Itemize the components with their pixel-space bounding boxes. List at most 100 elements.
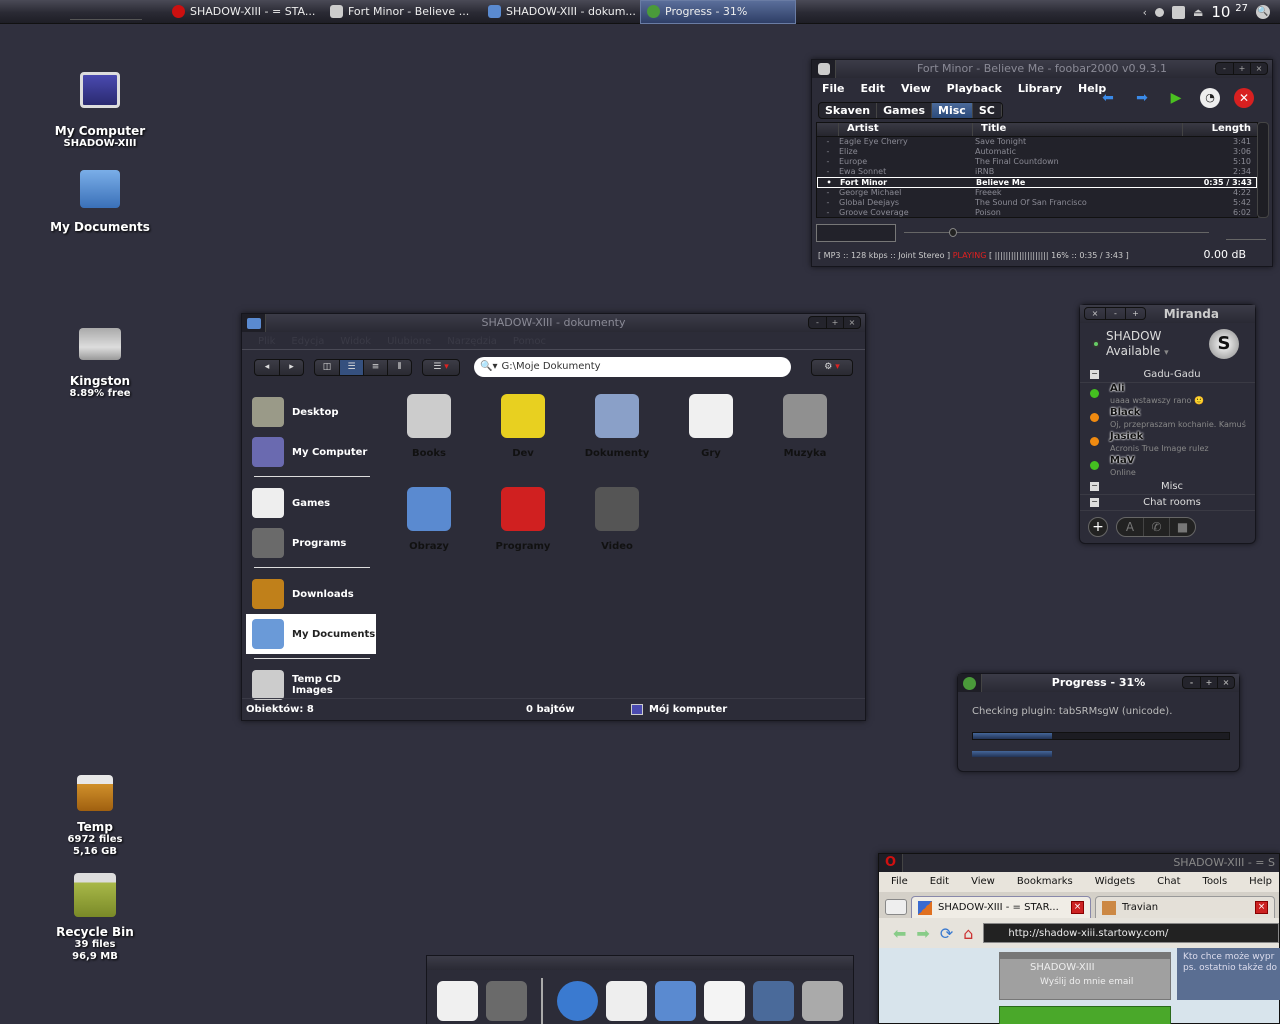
- desktop-icon-temp[interactable]: Temp 6972 files 5,16 GB: [30, 775, 160, 858]
- menu-edit[interactable]: Edit: [861, 82, 885, 95]
- playlist-row[interactable]: - Eagle Eye Cherry Save Tonight 3:41: [817, 137, 1257, 147]
- menu-narzedzia[interactable]: Narzędzia: [447, 336, 497, 347]
- address-bar[interactable]: 🔍▾ G:\Moje Dokumenty: [474, 357, 791, 377]
- menu-playback[interactable]: Playback: [947, 82, 1002, 95]
- menu-plik[interactable]: Plik: [258, 336, 275, 347]
- playlist-row[interactable]: - Ewa Sonnet iRNB 2:34: [817, 167, 1257, 177]
- settings-gear-button[interactable]: ⚙ ▾: [812, 360, 852, 375]
- play-icon[interactable]: ▶: [1166, 88, 1186, 108]
- phone-icon[interactable]: ✆: [1143, 518, 1169, 536]
- menu-pomoc[interactable]: Pomoc: [513, 336, 546, 347]
- close-button[interactable]: ×: [1085, 308, 1105, 319]
- contact-item[interactable]: Black Oj, przepraszam kochanie. Kamuś: [1080, 407, 1255, 431]
- sidebar-item-programs[interactable]: Programs: [246, 523, 376, 563]
- playlist-row[interactable]: - George Michael Freeek 4:22: [817, 188, 1257, 198]
- menu-edycja[interactable]: Edycja: [291, 336, 324, 347]
- folder-icon[interactable]: [242, 314, 266, 332]
- browser-icon[interactable]: [556, 981, 598, 1021]
- tab-shadow-xiii[interactable]: SHADOW-XIII - = STAR... ×: [911, 896, 1091, 918]
- minimize-button[interactable]: -: [1183, 677, 1200, 688]
- reload-icon[interactable]: ⟳: [940, 924, 953, 943]
- menu-file[interactable]: File: [891, 876, 908, 888]
- playlist-scrollbar[interactable]: [1257, 122, 1269, 218]
- contact-item[interactable]: Jasiek Acronis True Image rulez: [1080, 431, 1255, 455]
- sidebar-item-desktop[interactable]: Desktop: [246, 392, 376, 432]
- desktop-icon-kingston[interactable]: Kingston 8.89% free: [35, 328, 165, 400]
- desktop-icon-recycle-bin[interactable]: Recycle Bin 39 files 96,9 MB: [30, 873, 160, 963]
- playlist-row[interactable]: - Groove Coverage Poison 6:02: [817, 208, 1257, 218]
- contact-group[interactable]: − Chat rooms: [1080, 495, 1255, 511]
- new-tab-button[interactable]: [885, 899, 907, 915]
- maximize-button[interactable]: +: [1200, 677, 1217, 688]
- view-list-button[interactable]: ≡: [363, 359, 387, 375]
- audio-icon[interactable]: [801, 981, 843, 1021]
- contact-item[interactable]: MaV Online: [1080, 455, 1255, 479]
- tray-dot-icon[interactable]: [1154, 7, 1164, 17]
- forward-button[interactable]: ▸: [279, 359, 303, 375]
- task-opera[interactable]: SHADOW-XIII - = STA...: [166, 0, 324, 24]
- forward-arrow-icon[interactable]: ➡: [916, 924, 929, 943]
- task-explorer[interactable]: SHADOW-XIII - dokum...: [482, 0, 640, 24]
- mail-icon[interactable]: [605, 981, 647, 1021]
- folder-muzyka[interactable]: Muzyka: [758, 392, 852, 459]
- status-dropdown-icon[interactable]: ▾: [1164, 348, 1169, 358]
- column-length[interactable]: Length: [1183, 123, 1257, 136]
- next-arrow-icon[interactable]: ➡: [1132, 88, 1152, 108]
- tab-sc[interactable]: SC: [973, 103, 1002, 118]
- view-tiles-button[interactable]: ☰: [339, 359, 363, 375]
- desktop-icon-my-documents[interactable]: My Documents: [35, 170, 165, 234]
- menu-library[interactable]: Library: [1018, 82, 1062, 95]
- folder-programy[interactable]: Programy: [476, 485, 570, 552]
- url-field[interactable]: http://shadow-xiii.startowy.com/: [983, 923, 1279, 943]
- sidebar-item-my-documents[interactable]: My Documents: [246, 614, 376, 654]
- progress-titlebar[interactable]: Progress - 31% - + ×: [958, 674, 1239, 692]
- alien-icon[interactable]: [812, 60, 836, 78]
- desktop-icon-my-computer[interactable]: My Computer SHADOW-XIII: [35, 72, 165, 150]
- folder-gry[interactable]: Gry: [664, 392, 758, 459]
- collapse-icon[interactable]: −: [1090, 370, 1099, 379]
- previous-arrow-icon[interactable]: ⬅: [1098, 88, 1118, 108]
- add-contact-button[interactable]: +: [1088, 517, 1108, 537]
- opera-icon[interactable]: O: [879, 854, 903, 872]
- close-button[interactable]: ×: [1250, 63, 1267, 74]
- maximize-button[interactable]: +: [1233, 63, 1250, 74]
- tab-games[interactable]: Games: [877, 103, 933, 118]
- menu-widgets[interactable]: Widgets: [1095, 876, 1135, 888]
- video-icon[interactable]: ■: [1169, 518, 1195, 536]
- stop-close-icon[interactable]: ✕: [1234, 88, 1254, 108]
- minimize-button[interactable]: -: [809, 317, 826, 328]
- menu-edit[interactable]: Edit: [930, 876, 949, 888]
- sidebar-item-downloads[interactable]: Downloads: [246, 574, 376, 614]
- close-tab-button[interactable]: ×: [1255, 901, 1268, 914]
- font-icon[interactable]: A: [1117, 518, 1143, 536]
- maximize-button[interactable]: +: [826, 317, 843, 328]
- minimize-button[interactable]: -: [1105, 308, 1125, 319]
- back-button[interactable]: ◂: [255, 360, 279, 375]
- menu-tools[interactable]: Tools: [1203, 876, 1228, 888]
- alien-tray-icon[interactable]: [1171, 5, 1185, 19]
- close-tab-button[interactable]: ×: [1071, 901, 1084, 914]
- search-icon[interactable]: 🔍: [1256, 5, 1270, 19]
- tab-misc[interactable]: Misc: [932, 103, 973, 118]
- contact-item[interactable]: Ali uaaa wstawszy rano 🙂: [1080, 383, 1255, 407]
- column-artist[interactable]: Artist: [839, 123, 973, 136]
- menu-bookmarks[interactable]: Bookmarks: [1017, 876, 1073, 888]
- folder-video[interactable]: Video: [570, 485, 664, 552]
- menu-help[interactable]: Help: [1249, 876, 1272, 888]
- opera-titlebar[interactable]: O SHADOW-XIII - = S: [879, 854, 1279, 872]
- tab-skaven[interactable]: Skaven: [819, 103, 878, 118]
- menu-view[interactable]: View: [901, 82, 931, 95]
- minimize-button[interactable]: -: [1216, 63, 1233, 74]
- back-arrow-icon[interactable]: ⬅: [893, 924, 906, 943]
- folder-obrazy[interactable]: Obrazy: [382, 485, 476, 552]
- collapse-icon[interactable]: −: [1090, 482, 1099, 491]
- menu-widok[interactable]: Widok: [340, 336, 371, 347]
- menu-file[interactable]: File: [822, 82, 845, 95]
- paint-icon[interactable]: [654, 981, 696, 1021]
- playlist-row-current[interactable]: • Fort Minor Believe Me 0:35 / 3:43: [817, 177, 1257, 188]
- menu-ulubione[interactable]: Ulubione: [387, 336, 431, 347]
- menu-view[interactable]: View: [971, 876, 995, 888]
- volume-slider[interactable]: [1226, 224, 1266, 240]
- folder-dev[interactable]: Dev: [476, 392, 570, 459]
- seek-handle[interactable]: [948, 228, 957, 237]
